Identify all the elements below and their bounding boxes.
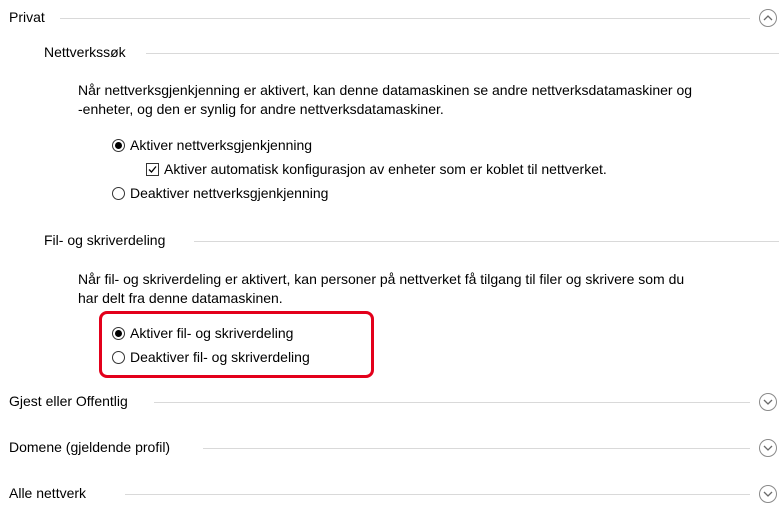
section-divider	[125, 494, 750, 495]
radio-selected-icon[interactable]	[112, 139, 125, 152]
radio-unselected-icon[interactable]	[112, 351, 125, 364]
file-sharing-description-line2: har delt fra denne datamaskinen.	[78, 290, 283, 306]
file-sharing-description-line1: Når fil- og skriverdeling er aktivert, k…	[78, 271, 685, 287]
subsection-divider	[146, 53, 779, 54]
chevron-up-icon	[763, 15, 773, 21]
enable-network-discovery-option[interactable]: Aktiver nettverksgjenkjenning	[110, 136, 350, 155]
section-divider	[154, 402, 750, 403]
section-title-gjest: Gjest eller Offentlig	[9, 393, 128, 409]
disable-network-discovery-label: Deaktiver nettverksgjenkjenning	[130, 185, 329, 201]
section-divider	[60, 18, 750, 19]
subsection-divider	[194, 241, 779, 242]
subsection-title-nettverkssok: Nettverkssøk	[44, 44, 126, 60]
radio-unselected-icon[interactable]	[112, 187, 125, 200]
chevron-down-icon	[763, 491, 773, 497]
auto-config-checkbox-option[interactable]: Aktiver automatisk konfigurasjon av enhe…	[144, 160, 684, 179]
section-title-domene: Domene (gjeldende profil)	[9, 439, 171, 455]
expand-domene-button[interactable]	[759, 439, 777, 457]
network-discovery-description-line2: -enheter, og den er synlig for andre net…	[78, 101, 444, 117]
checkbox-checked-icon[interactable]	[146, 163, 159, 176]
expand-gjest-button[interactable]	[759, 393, 777, 411]
enable-file-sharing-option[interactable]: Aktiver fil- og skriverdeling	[110, 324, 360, 343]
auto-config-label: Aktiver automatisk konfigurasjon av enhe…	[164, 161, 607, 177]
section-title-privat: Privat	[9, 9, 45, 25]
enable-file-sharing-label: Aktiver fil- og skriverdeling	[130, 325, 294, 341]
subsection-title-fildeling: Fil- og skriverdeling	[44, 232, 166, 248]
disable-file-sharing-option[interactable]: Deaktiver fil- og skriverdeling	[110, 348, 360, 367]
chevron-down-icon	[763, 399, 773, 405]
network-discovery-description-line1: Når nettverksgjenkjenning er aktivert, k…	[78, 82, 693, 98]
highlight-box	[99, 311, 374, 378]
disable-network-discovery-option[interactable]: Deaktiver nettverksgjenkjenning	[110, 184, 370, 203]
chevron-down-icon	[763, 445, 773, 451]
section-title-alle: Alle nettverk	[9, 485, 87, 501]
expand-alle-button[interactable]	[759, 485, 777, 503]
disable-file-sharing-label: Deaktiver fil- og skriverdeling	[130, 349, 310, 365]
section-divider	[203, 448, 750, 449]
enable-network-discovery-label: Aktiver nettverksgjenkjenning	[130, 137, 313, 153]
radio-selected-icon[interactable]	[112, 327, 125, 340]
collapse-privat-button[interactable]	[759, 9, 777, 27]
